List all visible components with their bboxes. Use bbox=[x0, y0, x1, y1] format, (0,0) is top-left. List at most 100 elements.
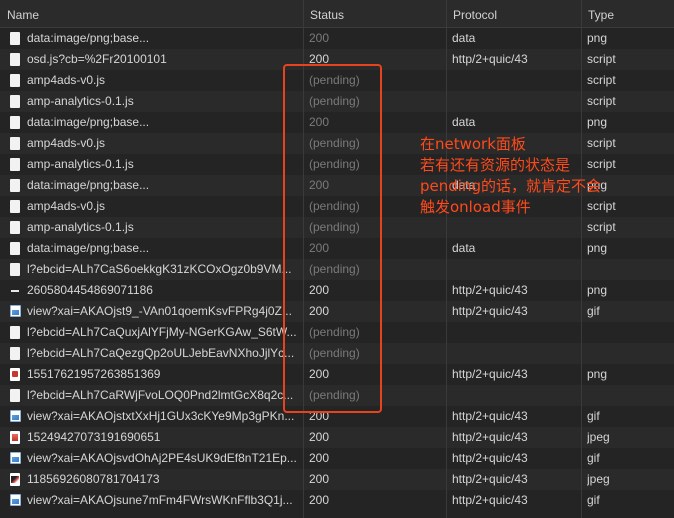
document-icon bbox=[10, 200, 20, 213]
request-status: 200 bbox=[309, 493, 330, 507]
image-icon bbox=[10, 305, 21, 317]
photo-icon bbox=[10, 473, 20, 486]
request-protocol bbox=[452, 322, 579, 343]
request-type: gif bbox=[587, 304, 600, 318]
request-name: view?xai=AKAOjstxtXxHj1GUx3cKYe9Mp3gPKn.… bbox=[27, 409, 295, 423]
request-name: view?xai=AKAOjst9_-VAn01qoemKsvFPRg4j0Z.… bbox=[27, 304, 292, 318]
request-status: 200 bbox=[309, 31, 330, 45]
column-header-type[interactable]: Type bbox=[581, 0, 674, 28]
request-protocol bbox=[452, 259, 579, 280]
annotation-line: 在network面板 bbox=[420, 135, 526, 153]
jpeg-icon bbox=[10, 431, 20, 444]
image-icon bbox=[10, 410, 21, 422]
pending-highlight-box bbox=[283, 64, 382, 413]
request-type: gif bbox=[587, 409, 600, 423]
column-header-name[interactable]: Name bbox=[0, 0, 304, 28]
annotation-line: 触发onload事件 bbox=[420, 198, 531, 216]
request-name: 15249427073191690651 bbox=[27, 430, 161, 444]
request-type: jpeg bbox=[587, 472, 610, 486]
document-icon bbox=[10, 221, 20, 234]
table-row[interactable]: 11856926080781704173 200 http/2+quic/43 jpe… bbox=[0, 469, 674, 490]
table-row[interactable]: view?xai=AKAOjsvdOhAj2PE4sUK9dEf8nT21Ep.… bbox=[0, 448, 674, 469]
request-name: l?ebcid=ALh7CaQezgQp2oULJebEavNXhoJjlYc.… bbox=[27, 346, 295, 360]
image-icon bbox=[10, 494, 21, 506]
table-row[interactable]: 15249427073191690651 200 http/2+quic/43 jpe… bbox=[0, 427, 674, 448]
annotation-note: 在network面板 若有还有资源的状态是 pending的话，就肯定不会 触发… bbox=[420, 134, 670, 218]
request-name: osd.js?cb=%2Fr20100101 bbox=[27, 52, 167, 66]
request-type: png bbox=[587, 31, 608, 45]
request-type bbox=[587, 322, 672, 343]
document-icon bbox=[10, 158, 20, 171]
dash-icon bbox=[10, 284, 20, 297]
request-name: view?xai=AKAOjsvdOhAj2PE4sUK9dEf8nT21Ep.… bbox=[27, 451, 297, 465]
request-name: data:image/png;base... bbox=[27, 178, 150, 192]
request-name: l?ebcid=ALh7CaQuxjAlYFjMy-NGerKGAw_S6tW.… bbox=[27, 325, 297, 339]
request-name: amp-analytics-0.1.js bbox=[27, 94, 134, 108]
column-divider bbox=[446, 0, 447, 518]
request-protocol: http/2+quic/43 bbox=[452, 451, 528, 465]
request-name: amp4ads-v0.js bbox=[27, 136, 106, 150]
column-divider bbox=[581, 0, 582, 518]
request-type: png bbox=[587, 241, 608, 255]
request-protocol: data bbox=[452, 115, 476, 129]
document-icon bbox=[10, 32, 20, 45]
request-type: script bbox=[587, 73, 616, 87]
request-name: amp4ads-v0.js bbox=[27, 73, 106, 87]
request-type: jpeg bbox=[587, 430, 610, 444]
request-protocol bbox=[452, 217, 579, 238]
request-name: 15517621957263851369 bbox=[27, 367, 161, 381]
document-icon bbox=[10, 53, 20, 66]
request-protocol: http/2+quic/43 bbox=[452, 430, 528, 444]
request-name: 2605804454869071186 bbox=[27, 283, 153, 297]
request-type bbox=[587, 343, 672, 364]
request-status: 200 bbox=[309, 430, 330, 444]
annotation-line: pending的话，就肯定不会 bbox=[420, 177, 601, 195]
request-protocol: http/2+quic/43 bbox=[452, 304, 528, 318]
request-type: script bbox=[587, 94, 616, 108]
table-header: Name Status Protocol Type bbox=[0, 0, 674, 28]
request-type: png bbox=[587, 115, 608, 129]
request-name: data:image/png;base... bbox=[27, 241, 150, 255]
request-type: png bbox=[587, 367, 608, 381]
column-header-protocol[interactable]: Protocol bbox=[446, 0, 581, 28]
column-header-status[interactable]: Status bbox=[303, 0, 446, 28]
request-name: amp-analytics-0.1.js bbox=[27, 220, 134, 234]
annotation-line: 若有还有资源的状态是 bbox=[420, 156, 571, 174]
request-type: gif bbox=[587, 451, 600, 465]
table-row[interactable]: view?xai=AKAOjsune7mFm4FWrsWKnFflb3Q1j..… bbox=[0, 490, 674, 511]
request-status: 200 bbox=[309, 451, 330, 465]
request-protocol bbox=[452, 385, 579, 406]
request-type bbox=[587, 385, 672, 406]
red-square-icon bbox=[10, 368, 20, 381]
request-protocol bbox=[452, 70, 579, 91]
request-type: script bbox=[587, 220, 616, 234]
table-row[interactable]: data:image/png;base... 200 data png bbox=[0, 28, 674, 49]
request-protocol: http/2+quic/43 bbox=[452, 283, 528, 297]
document-icon bbox=[10, 137, 20, 150]
request-name: view?xai=AKAOjsune7mFm4FWrsWKnFflb3Q1j..… bbox=[27, 493, 293, 507]
request-status: 200 bbox=[309, 472, 330, 486]
document-icon bbox=[10, 347, 20, 360]
request-protocol: data bbox=[452, 241, 476, 255]
request-name: amp4ads-v0.js bbox=[27, 199, 106, 213]
request-protocol: http/2+quic/43 bbox=[452, 493, 528, 507]
request-name: 11856926080781704173 bbox=[27, 472, 160, 486]
request-name: data:image/png;base... bbox=[27, 115, 150, 129]
document-icon bbox=[10, 116, 20, 129]
request-type: png bbox=[587, 283, 608, 297]
request-name: l?ebcid=ALh7CaS6oekkgK31zKCOxOgz0b9VM... bbox=[27, 262, 292, 276]
document-icon bbox=[10, 263, 20, 276]
image-icon bbox=[10, 452, 21, 464]
request-type: gif bbox=[587, 493, 600, 507]
document-icon bbox=[10, 179, 20, 192]
request-name: amp-analytics-0.1.js bbox=[27, 157, 134, 171]
document-icon bbox=[10, 74, 20, 87]
request-protocol bbox=[452, 91, 579, 112]
request-protocol: data bbox=[452, 31, 476, 45]
document-icon bbox=[10, 389, 20, 402]
request-protocol: http/2+quic/43 bbox=[452, 367, 528, 381]
request-name: l?ebcid=ALh7CaRWjFvoLOQ0Pnd2lmtGcX8q2c..… bbox=[27, 388, 294, 402]
document-icon bbox=[10, 242, 20, 255]
request-protocol: http/2+quic/43 bbox=[452, 472, 528, 486]
request-name: data:image/png;base... bbox=[27, 31, 150, 45]
